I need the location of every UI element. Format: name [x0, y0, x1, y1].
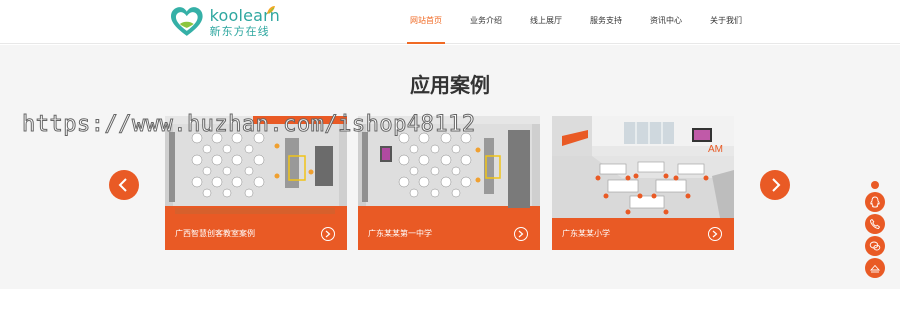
carousel-prev-button[interactable]	[109, 170, 139, 200]
svg-text:AM: AM	[708, 144, 723, 155]
nav-item-support[interactable]: 服务支持	[590, 0, 622, 44]
case-label: 广东某某第一中学	[368, 229, 432, 238]
case-label: 广东某某小学	[562, 229, 610, 238]
case-card[interactable]: AM 广东某某小学	[552, 116, 734, 250]
logo-brand-cn: 新东方在线	[209, 24, 270, 38]
wechat-contact-button[interactable]	[865, 236, 885, 256]
case-card[interactable]: 广东某某第一中学	[358, 116, 540, 250]
back-to-top-button[interactable]	[865, 258, 885, 278]
case-card[interactable]: 广西智慧创客教室案例	[165, 116, 347, 250]
site-logo[interactable]: koolearn 新东方在线	[170, 6, 280, 38]
case-label: 广西智慧创客教室案例	[175, 229, 255, 238]
carousel-next-button[interactable]	[760, 170, 790, 200]
case-image-classroom-1	[165, 116, 347, 218]
case-card-footer: 广东某某小学	[552, 218, 734, 250]
nav-item-home[interactable]: 网站首页	[407, 0, 445, 44]
arrow-circle-right-icon	[514, 227, 528, 241]
site-header: koolearn 新东方在线 网站首页 业务介绍 线上展厅 服务支持 资讯中心 …	[0, 0, 900, 44]
qq-icon	[870, 196, 880, 208]
case-image-classroom-3: AM	[552, 116, 734, 218]
main-nav: 网站首页 业务介绍 线上展厅 服务支持 资讯中心 关于我们	[407, 0, 770, 44]
nav-item-showroom[interactable]: 线上展厅	[530, 0, 562, 44]
back-to-top-icon	[869, 264, 881, 273]
nav-item-business[interactable]: 业务介绍	[470, 0, 502, 44]
chevron-right-icon	[772, 178, 781, 192]
nav-item-news[interactable]: 资讯中心	[650, 0, 682, 44]
qq-contact-button[interactable]	[865, 192, 885, 212]
side-tools-indicator	[871, 181, 879, 189]
case-card-footer: 广东某某第一中学	[358, 218, 540, 250]
chevron-left-icon	[118, 178, 127, 192]
nav-item-about[interactable]: 关于我们	[710, 0, 742, 44]
heart-logo-icon	[170, 7, 203, 36]
cases-section: 应用案例 广西智慧创客教室案例 广东某某第一中学 AM 广东某某小学	[0, 45, 900, 289]
phone-contact-button[interactable]	[865, 214, 885, 234]
phone-icon	[870, 218, 881, 229]
section-title: 应用案例	[410, 73, 490, 97]
arrow-circle-right-icon	[321, 227, 335, 241]
page: koolearn 新东方在线 网站首页 业务介绍 线上展厅 服务支持 资讯中心 …	[0, 0, 900, 309]
wechat-icon	[869, 241, 881, 251]
arrow-circle-right-icon	[708, 227, 722, 241]
case-card-footer: 广西智慧创客教室案例	[165, 218, 347, 250]
leaf-mark-icon	[267, 6, 275, 14]
case-image-classroom-2	[358, 116, 540, 218]
